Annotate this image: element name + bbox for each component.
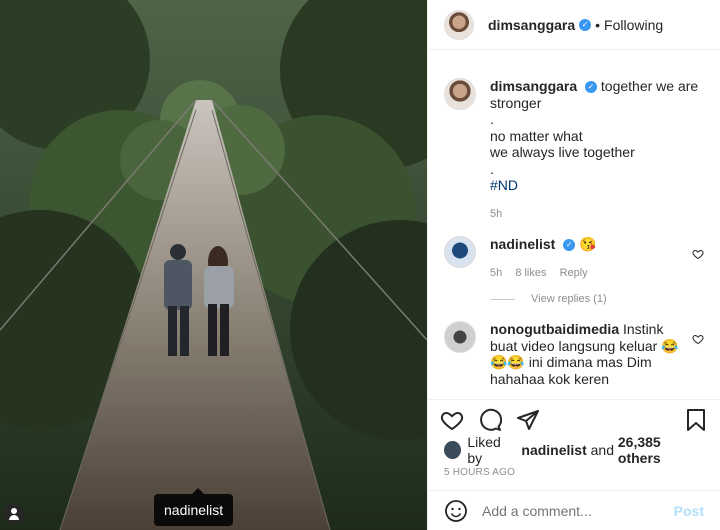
- author-avatar[interactable]: [444, 9, 474, 40]
- user-tag-icon[interactable]: [4, 504, 24, 524]
- post-sidebar: dimsanggara ✓ • Following dimsanggara ✓ …: [427, 0, 720, 530]
- bookmark-icon[interactable]: [684, 408, 708, 432]
- caption-username[interactable]: dimsanggara: [490, 78, 577, 94]
- caption-text-line-5: we always live together: [490, 144, 635, 160]
- comment-text: 😘: [579, 236, 597, 252]
- post-actions: [428, 399, 720, 439]
- heart-icon[interactable]: [440, 408, 464, 432]
- commenter-avatar[interactable]: [444, 236, 476, 268]
- likes-connector: and: [590, 442, 614, 458]
- view-replies-button[interactable]: View replies (1): [491, 293, 704, 305]
- verified-badge-icon: ✓: [579, 18, 592, 31]
- comment-like-heart-icon[interactable]: [692, 333, 704, 345]
- emoji-icon[interactable]: [444, 499, 468, 523]
- liker-avatar[interactable]: [444, 441, 462, 459]
- commenter-avatar[interactable]: [444, 321, 476, 353]
- hashtag-link[interactable]: #ND: [490, 177, 704, 194]
- bridge-photo-illustration: [0, 0, 427, 530]
- photo-user-tag[interactable]: nadinelist: [154, 488, 234, 526]
- verified-badge-icon: ✓: [585, 81, 598, 94]
- reply-button[interactable]: Reply: [560, 267, 588, 279]
- comments-list: dimsanggara ✓ together we are stronger .…: [428, 50, 720, 399]
- post-timestamp[interactable]: 5 HOURS AGO: [428, 461, 720, 490]
- comment-item: nadinelist ✓ 😘 5h 8 likes Reply: [444, 236, 704, 281]
- post-photo[interactable]: nadinelist: [0, 0, 427, 530]
- caption-text-line-2: stronger: [490, 94, 542, 111]
- author-username[interactable]: dimsanggara: [488, 17, 575, 33]
- post-header: dimsanggara ✓ • Following: [428, 0, 720, 50]
- caption-text-line-3: .: [490, 111, 494, 127]
- comment-username[interactable]: nonogutbaidimedia: [490, 321, 619, 337]
- comment-username[interactable]: nadinelist: [490, 236, 555, 252]
- comment-like-heart-icon[interactable]: [692, 248, 704, 260]
- caption-text-line-1: together we are: [600, 78, 699, 94]
- comment-item: nonogutbaidimedia Instink buat video lan…: [444, 321, 704, 387]
- caption-text-line-6: .: [490, 160, 494, 177]
- comment-likes[interactable]: 8 likes: [515, 267, 546, 279]
- comment-input[interactable]: [482, 502, 674, 519]
- caption-time[interactable]: 5h: [490, 208, 502, 220]
- caption-avatar[interactable]: [444, 78, 476, 110]
- verified-badge-icon: ✓: [563, 239, 576, 252]
- comment-time[interactable]: 5h: [490, 267, 502, 279]
- comment-icon[interactable]: [478, 408, 502, 432]
- caption-text-line-4: no matter what: [490, 127, 583, 144]
- liker-username[interactable]: nadinelist: [521, 442, 586, 458]
- share-icon[interactable]: [516, 408, 540, 432]
- caption-meta: 5h: [490, 206, 704, 223]
- caption: dimsanggara ✓ together we are stronger .…: [444, 78, 704, 222]
- following-button[interactable]: Following: [604, 17, 663, 33]
- likes-summary: Liked by nadinelist and 26,385 others: [428, 434, 720, 466]
- post-modal: nadinelist dimsanggara ✓ • Following dim…: [0, 0, 720, 530]
- separator-dot: •: [595, 16, 601, 33]
- comment-meta: 5h 8 likes Reply: [490, 265, 686, 282]
- post-comment-button[interactable]: Post: [674, 503, 704, 519]
- comment-composer: Post: [428, 490, 720, 530]
